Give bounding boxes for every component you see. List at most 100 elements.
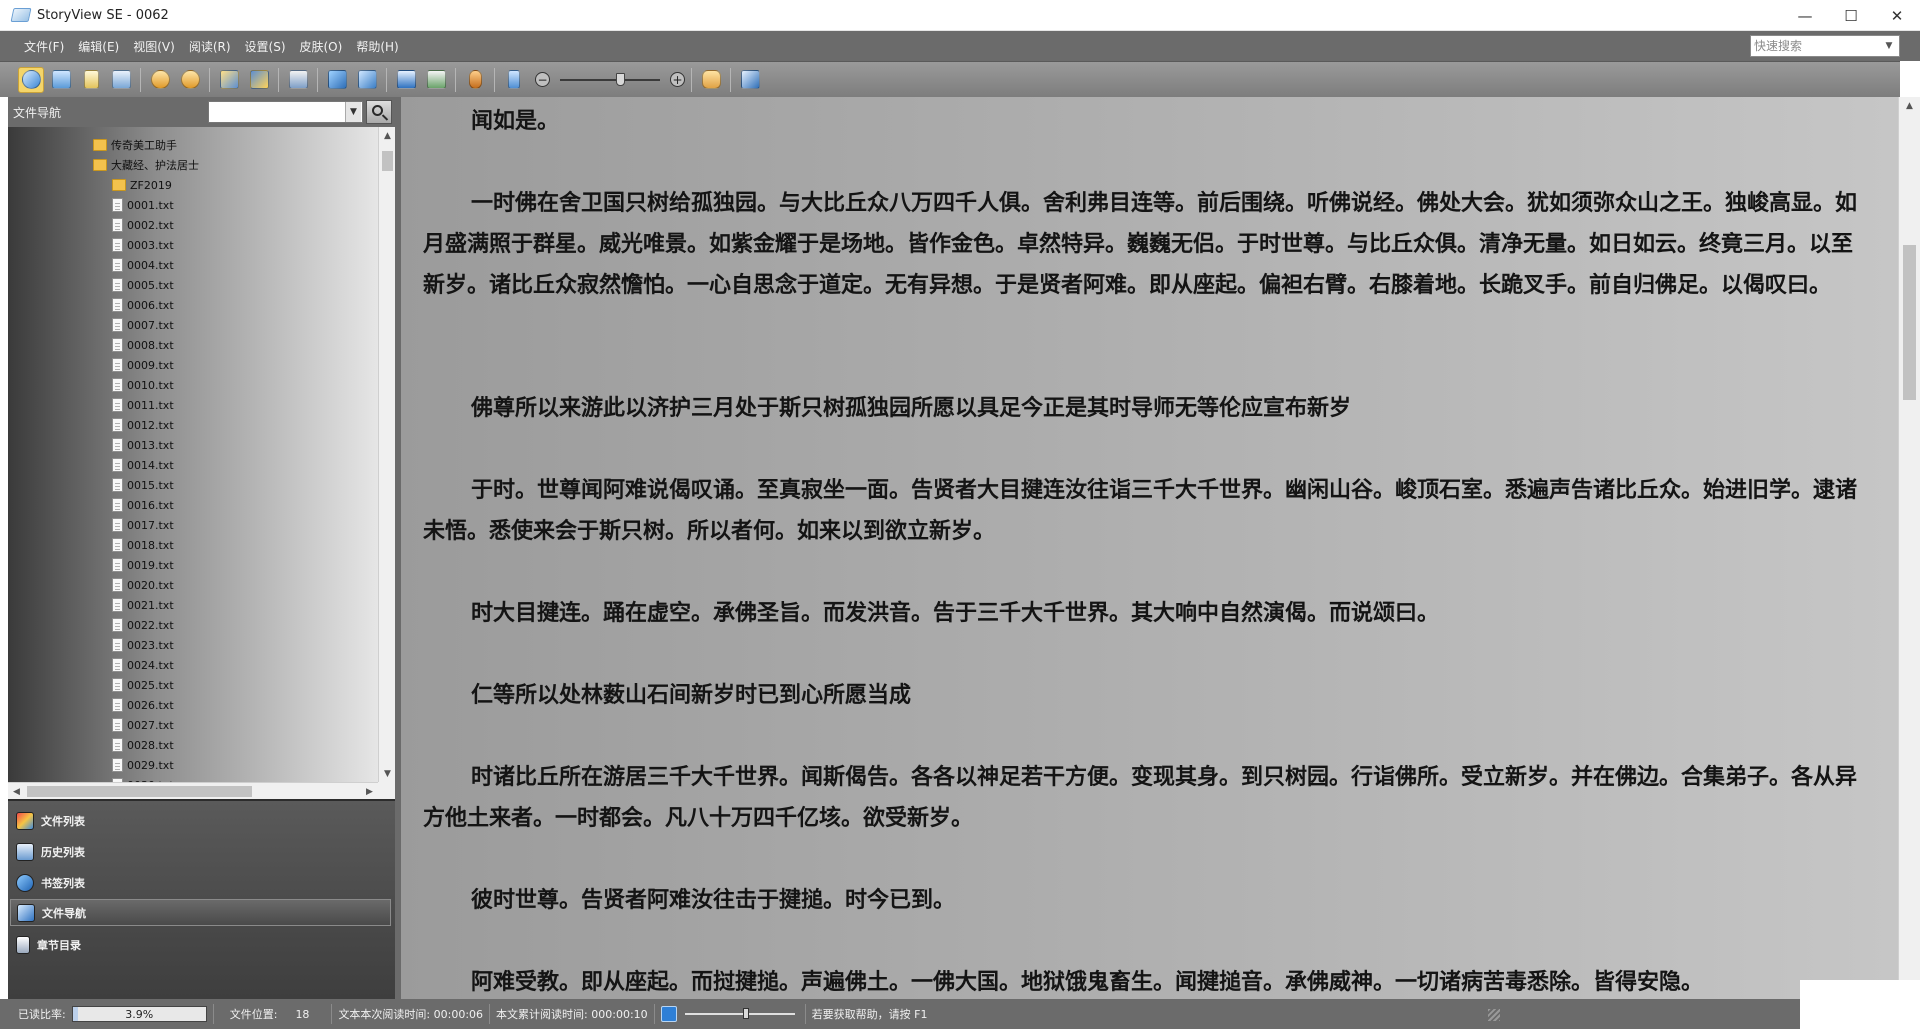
scroll-up-icon[interactable]: ▲ xyxy=(1899,97,1920,115)
tree-file-item[interactable]: 0020.txt xyxy=(112,575,174,595)
tree-file-item[interactable]: 0016.txt xyxy=(112,495,174,515)
resize-grip-icon[interactable] xyxy=(1488,1009,1500,1021)
tree-file-item[interactable]: 0023.txt xyxy=(112,635,174,655)
tree-file-item[interactable]: 0027.txt xyxy=(112,715,174,735)
tree-file-item[interactable]: 0019.txt xyxy=(112,555,174,575)
toolbar-separator xyxy=(494,67,495,92)
auto-scroll-icon[interactable] xyxy=(660,1006,677,1022)
tree-file-item[interactable]: 0022.txt xyxy=(112,615,174,635)
tree-file-item[interactable]: 0010.txt xyxy=(112,375,174,395)
chapter-button[interactable] xyxy=(354,67,380,93)
ruler-button[interactable] xyxy=(501,67,527,93)
tree-vertical-scrollbar[interactable]: ▲ ▼ xyxy=(378,127,395,782)
fullscreen-button[interactable] xyxy=(393,67,419,93)
tree-file-item[interactable]: 0014.txt xyxy=(112,455,174,475)
voice-button[interactable] xyxy=(462,67,488,93)
tree-file-label: 0029.txt xyxy=(127,758,174,772)
print-button[interactable] xyxy=(285,67,311,93)
forward-button[interactable] xyxy=(177,67,203,93)
folder-icon xyxy=(93,139,107,151)
hand-tool-button[interactable] xyxy=(698,67,724,93)
tab-file-list[interactable]: 文件列表 xyxy=(10,807,391,834)
tree-file-item[interactable]: 0026.txt xyxy=(112,695,174,715)
menu-read[interactable]: 阅读(R) xyxy=(182,31,238,61)
tree-file-item[interactable]: 0003.txt xyxy=(112,235,174,255)
chevron-down-icon[interactable]: ▼ xyxy=(345,102,361,122)
nav-search-input[interactable] xyxy=(209,102,345,122)
search-icon xyxy=(372,105,383,116)
tree-file-item[interactable]: 0008.txt xyxy=(112,335,174,355)
tree-horizontal-scrollbar[interactable]: ◀ ▶ xyxy=(8,782,378,799)
tree-folder[interactable]: 大藏经、护法居士 xyxy=(93,155,199,175)
nav-search-button[interactable] xyxy=(366,100,392,124)
tree-folder[interactable]: 传奇美工助手 xyxy=(93,135,177,155)
tree-file-item[interactable]: 0021.txt xyxy=(112,595,174,615)
scrollbar-thumb[interactable] xyxy=(382,151,393,171)
tree-file-item[interactable]: 0006.txt xyxy=(112,295,174,315)
zoom-in-button[interactable]: + xyxy=(670,72,685,87)
tree-file-item[interactable]: 0002.txt xyxy=(112,215,174,235)
tree-file-item[interactable]: 0018.txt xyxy=(112,535,174,555)
image-button[interactable] xyxy=(423,67,449,93)
tab-file-navigation[interactable]: 文件导航 xyxy=(10,899,391,926)
tree-file-item[interactable]: 0012.txt xyxy=(112,415,174,435)
tab-chapter-index[interactable]: 章节目录 xyxy=(10,931,391,958)
tree-file-item[interactable]: 0001.txt xyxy=(112,195,174,215)
text-paragraph: 彼时世尊。告贤者阿难汝往击于揵搥。时今已到。 xyxy=(471,888,956,913)
tree-file-item[interactable]: 0028.txt xyxy=(112,735,174,755)
text-file-icon xyxy=(112,618,123,632)
reader-vertical-scrollbar[interactable]: ▲ ▼ xyxy=(1898,97,1920,999)
chevron-down-icon[interactable]: ▼ xyxy=(1881,41,1897,51)
menu-help[interactable]: 帮助(H) xyxy=(349,31,405,61)
reading-area[interactable]: 闻如是。 一时佛在舍卫国只树给孤独园。与大比丘众八万四千人俱。舍利弗目连等。前后… xyxy=(401,97,1898,999)
about-button[interactable] xyxy=(737,67,763,93)
minimize-button[interactable]: — xyxy=(1782,0,1828,31)
edit-button[interactable] xyxy=(246,67,272,93)
scrollbar-thumb[interactable] xyxy=(27,786,252,797)
tree-file-item[interactable]: 0029.txt xyxy=(112,755,174,775)
speed-slider[interactable] xyxy=(684,1008,795,1019)
tree-file-item[interactable]: 0024.txt xyxy=(112,655,174,675)
tree-file-item[interactable]: 0030.txt xyxy=(112,775,174,782)
tree-file-item[interactable]: 0025.txt xyxy=(112,675,174,695)
auto-read-button[interactable] xyxy=(324,67,350,93)
close-button[interactable]: ✕ xyxy=(1874,0,1920,31)
scrollbar-thumb[interactable] xyxy=(1903,245,1916,400)
speed-slider-thumb[interactable] xyxy=(742,1008,749,1019)
zoom-slider[interactable] xyxy=(560,72,660,86)
save-button[interactable] xyxy=(108,67,134,93)
maximize-button[interactable]: ☐ xyxy=(1828,0,1874,31)
tree-file-item[interactable]: 0004.txt xyxy=(112,255,174,275)
open-file-button[interactable] xyxy=(78,67,104,93)
menu-skin[interactable]: 皮肤(O) xyxy=(293,31,350,61)
tree-file-item[interactable]: 0015.txt xyxy=(112,475,174,495)
tab-history-list[interactable]: 历史列表 xyxy=(10,838,391,865)
tree-file-item[interactable]: 0005.txt xyxy=(112,275,174,295)
menu-settings[interactable]: 设置(S) xyxy=(238,31,293,61)
scroll-down-icon[interactable]: ▼ xyxy=(379,765,396,782)
back-button[interactable] xyxy=(147,67,173,93)
tree-file-item[interactable]: 0009.txt xyxy=(112,355,174,375)
scroll-up-icon[interactable]: ▲ xyxy=(379,127,396,144)
zoom-out-button[interactable]: − xyxy=(535,72,550,87)
menu-file[interactable]: 文件(F) xyxy=(17,31,71,61)
tree-file-item[interactable]: 0017.txt xyxy=(112,515,174,535)
navigate-button[interactable] xyxy=(18,66,44,93)
folder-open-icon xyxy=(51,70,71,89)
zoom-slider-thumb[interactable] xyxy=(616,72,625,86)
tree-file-item[interactable]: 0011.txt xyxy=(112,395,174,415)
tab-bookmark-list[interactable]: 书签列表 xyxy=(10,869,391,896)
menu-edit[interactable]: 编辑(E) xyxy=(71,31,126,61)
menu-view[interactable]: 视图(V) xyxy=(126,31,182,61)
tree-file-item[interactable]: 0013.txt xyxy=(112,435,174,455)
open-folder-button[interactable] xyxy=(48,67,74,93)
bookmark-button[interactable] xyxy=(216,67,242,93)
toolbar-separator xyxy=(317,67,318,92)
tree-file-item[interactable]: 0007.txt xyxy=(112,315,174,335)
tree-folder[interactable]: ZF2019 xyxy=(112,175,172,195)
quick-search-input[interactable] xyxy=(1751,37,1881,55)
file-tree[interactable]: 传奇美工助手 大藏经、护法居士 ZF2019 0001.txt 0002.txt 0… xyxy=(8,127,378,782)
tree-file-label: 0025.txt xyxy=(127,678,174,692)
scroll-right-icon[interactable]: ▶ xyxy=(361,783,378,800)
scroll-left-icon[interactable]: ◀ xyxy=(8,783,25,800)
